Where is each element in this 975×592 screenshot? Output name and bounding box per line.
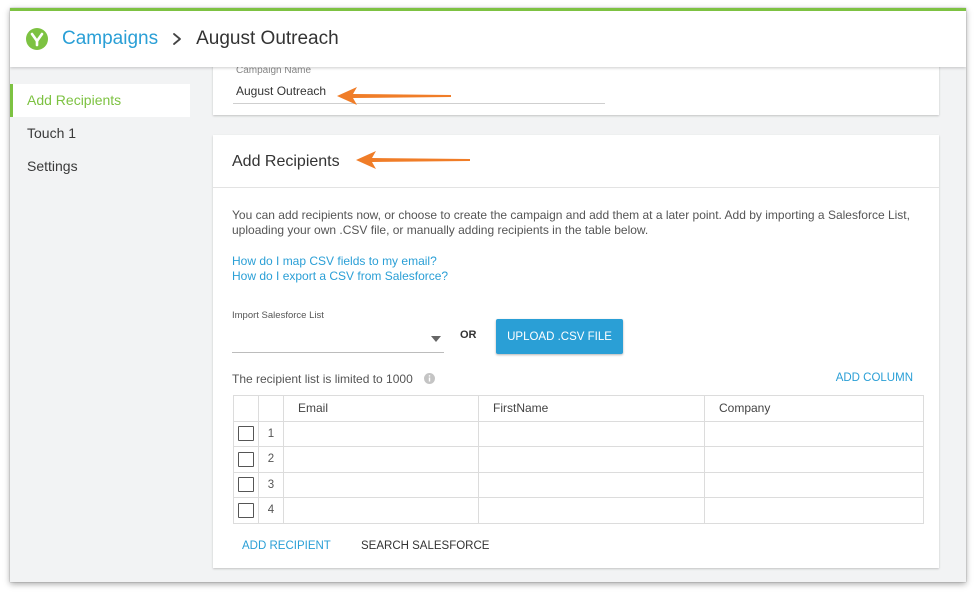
add-recipients-title: Add Recipients (232, 153, 340, 170)
add-column-button[interactable]: ADD COLUMN (836, 372, 913, 384)
chevron-right-icon (173, 33, 182, 45)
email-cell[interactable] (283, 471, 479, 498)
campaign-name-card: Campaign Name August Outreach (213, 59, 939, 115)
upload-csv-button[interactable]: UPLOAD .CSV FILE (496, 319, 623, 354)
row-number: 1 (258, 420, 284, 447)
company-cell[interactable] (704, 471, 924, 498)
recipients-table: Email FirstName Company 1 2 3 4 (233, 395, 924, 524)
firstname-cell[interactable] (478, 420, 705, 447)
row-number: 3 (258, 471, 284, 498)
app-window: Campaigns August Outreach Add Recipients… (10, 8, 966, 582)
column-header-company: Company (704, 395, 924, 422)
company-cell[interactable] (704, 446, 924, 473)
breadcrumb-campaigns-link[interactable]: Campaigns (62, 28, 158, 50)
sidebar-item-touch-1[interactable]: Touch 1 (10, 117, 190, 150)
row-checkbox[interactable] (238, 477, 254, 493)
dropdown-caret-icon (431, 336, 441, 342)
recipients-intro-text: You can add recipients now, or choose to… (232, 208, 910, 237)
firstname-cell[interactable] (478, 471, 705, 498)
sidebar-item-settings[interactable]: Settings (10, 150, 190, 183)
table-row: 4 (233, 497, 924, 524)
firstname-cell[interactable] (478, 497, 705, 524)
or-separator-text: OR (460, 329, 477, 341)
row-number: 4 (258, 497, 284, 524)
table-row: 3 (233, 471, 924, 498)
row-checkbox-cell (233, 471, 259, 498)
info-icon[interactable] (424, 373, 435, 384)
row-checkbox[interactable] (238, 451, 254, 467)
annotation-arrow-icon (356, 151, 470, 169)
table-row: 2 (233, 446, 924, 473)
csv-mapping-help-link[interactable]: How do I map CSV fields to my email? (232, 254, 437, 268)
header-checkbox-cell (233, 395, 259, 422)
add-recipient-button[interactable]: ADD RECIPIENT (242, 540, 331, 552)
email-cell[interactable] (283, 446, 479, 473)
row-checkbox-cell (233, 446, 259, 473)
add-recipients-card: Add Recipients You can add recipients no… (213, 135, 939, 568)
header-number-cell (258, 395, 284, 422)
import-salesforce-select[interactable] (232, 327, 444, 353)
row-checkbox[interactable] (238, 502, 254, 518)
csv-export-help-link[interactable]: How do I export a CSV from Salesforce? (232, 269, 448, 283)
row-checkbox[interactable] (238, 426, 254, 442)
table-header-row: Email FirstName Company (233, 395, 924, 422)
email-cell[interactable] (283, 420, 479, 447)
row-checkbox-cell (233, 420, 259, 447)
sidebar-item-add-recipients[interactable]: Add Recipients (10, 84, 190, 117)
sidebar-nav: Add Recipients Touch 1 Settings (10, 67, 190, 183)
top-header: Campaigns August Outreach (10, 11, 966, 67)
column-header-email: Email (283, 395, 479, 422)
card-divider (213, 187, 939, 188)
email-cell[interactable] (283, 497, 479, 524)
column-header-firstname: FirstName (478, 395, 705, 422)
row-number: 2 (258, 446, 284, 473)
import-salesforce-label: Import Salesforce List (232, 310, 324, 321)
row-checkbox-cell (233, 497, 259, 524)
search-salesforce-button[interactable]: SEARCH SALESFORCE (361, 540, 489, 552)
vidyard-logo-icon[interactable] (26, 28, 48, 50)
recipient-limit-text: The recipient list is limited to 1000 (232, 372, 413, 386)
firstname-cell[interactable] (478, 446, 705, 473)
campaign-name-input[interactable]: August Outreach (236, 84, 326, 98)
company-cell[interactable] (704, 497, 924, 524)
table-row: 1 (233, 420, 924, 447)
company-cell[interactable] (704, 420, 924, 447)
breadcrumb-current: August Outreach (196, 28, 339, 49)
annotation-arrow-icon (337, 87, 451, 105)
